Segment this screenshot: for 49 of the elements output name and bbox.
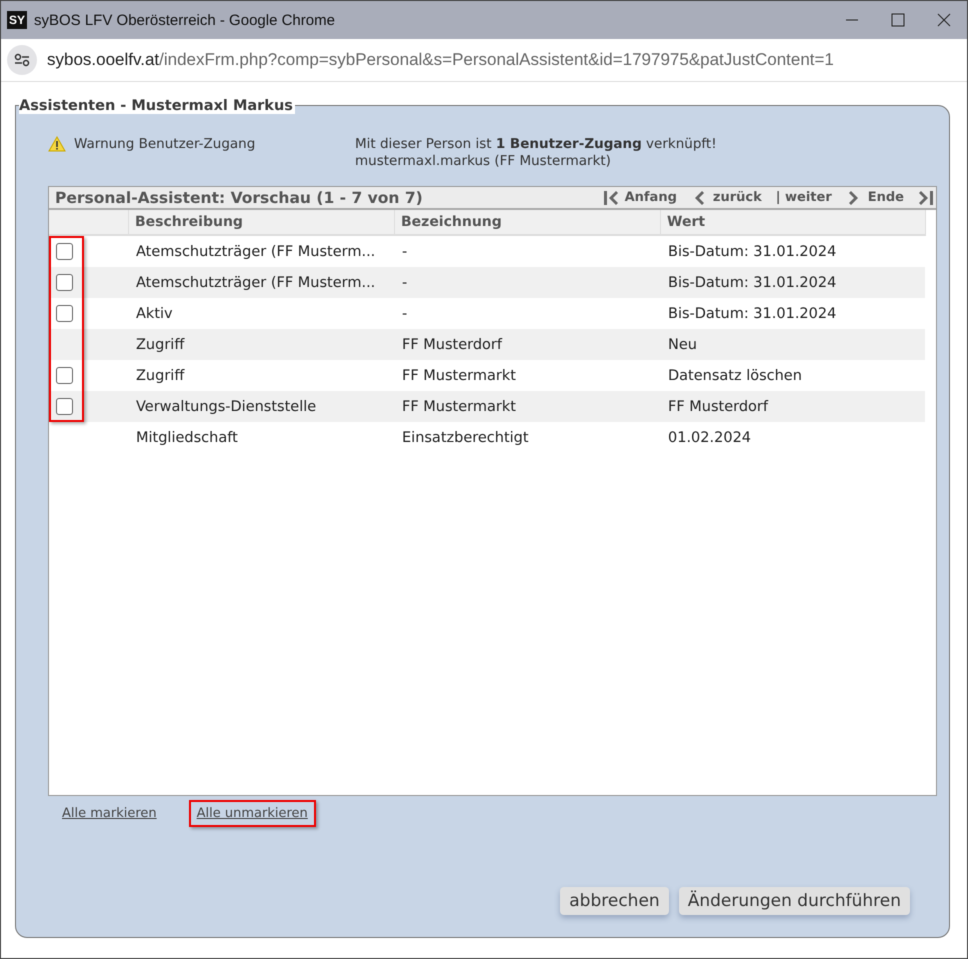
table-cell-text: Atemschutzträger (FF Musterm... [135, 274, 376, 290]
window-title: syBOS LFV Oberösterreich - Google Chrome [34, 12, 336, 28]
table-cell-text: Aktiv [135, 306, 174, 322]
table-title: Personal-Assistent: Vorschau (1 - 7 von 7) [55, 188, 424, 206]
app-logo: SY [7, 11, 27, 29]
column-header[interactable]: Wert [661, 210, 926, 234]
table-cell-text: Neu [667, 336, 698, 352]
table-cell-text: FF Musterdorf [667, 398, 770, 414]
warning-label: Warnung Benutzer-Zugang [74, 136, 256, 152]
select-link[interactable]: Alle unmarkieren [188, 800, 316, 827]
pager-link[interactable]: zurück [712, 190, 762, 205]
table-cell-text: Bis-Datum: 31.01.2024 [667, 244, 838, 260]
warning-message: Mit dieser Person ist 1 Benutzer-Zugang verknüpft! [355, 136, 717, 153]
apply-button[interactable]: Änderungen durchführen [678, 887, 910, 915]
account-name: mustermaxl.markus (FF Mustermarkt) [355, 153, 612, 170]
table-cell-text: FF Musterdorf [401, 336, 504, 352]
column-header[interactable]: Beschreibung [129, 210, 395, 234]
table-cell-text: Einsatzberechtigt [401, 430, 530, 446]
table-cell-text: Bis-Datum: 31.01.2024 [667, 274, 838, 290]
table-cell-text: Mitgliedschaft [135, 430, 239, 446]
column-header[interactable]: Bezeichnung [395, 210, 661, 234]
table-cell-text: Bis-Datum: 31.01.2024 [667, 306, 838, 322]
pager-link[interactable]: Ende [868, 190, 904, 205]
table-cell-text: Verwaltungs-Dienststelle [135, 398, 318, 414]
cancel-button[interactable]: abbrechen [560, 887, 669, 915]
table-cell-text: FF Mustermarkt [401, 398, 517, 414]
pager-link[interactable]: Anfang [624, 190, 677, 205]
table-cell-text: Zugriff [135, 336, 186, 352]
table-cell-text: - [401, 244, 408, 260]
table-cell-text: FF Mustermarkt [401, 368, 517, 384]
last-page-icon[interactable] [918, 190, 934, 206]
pager-link[interactable]: | weiter [776, 190, 832, 205]
row-checkbox[interactable] [56, 367, 73, 384]
row-checkbox[interactable] [56, 398, 73, 415]
warning-icon [48, 136, 66, 152]
row-checkbox[interactable] [56, 243, 73, 260]
table-cell-text: Atemschutzträger (FF Musterm... [135, 244, 376, 260]
panel-title: Assistenten - Mustermaxl Markus [19, 98, 295, 114]
row-checkbox[interactable] [56, 305, 73, 322]
table-cell-text: Zugriff [135, 368, 186, 384]
table-cell-text: 01.02.2024 [667, 430, 752, 446]
first-page-icon[interactable] [602, 190, 619, 206]
site-settings-icon[interactable] [7, 45, 37, 75]
table-cell-text: Datensatz löschen [667, 368, 803, 384]
select-link[interactable]: Alle markieren [54, 800, 165, 827]
url-text[interactable]: sybos.ooelfv.at/indexFrm.php?comp=sybPersonal&s=PersonalAssistent&id=1797975&patJustContent=1 [47, 50, 834, 70]
row-checkbox[interactable] [56, 274, 73, 291]
table-cell-text: - [401, 306, 408, 322]
table-cell-text: - [401, 274, 408, 290]
